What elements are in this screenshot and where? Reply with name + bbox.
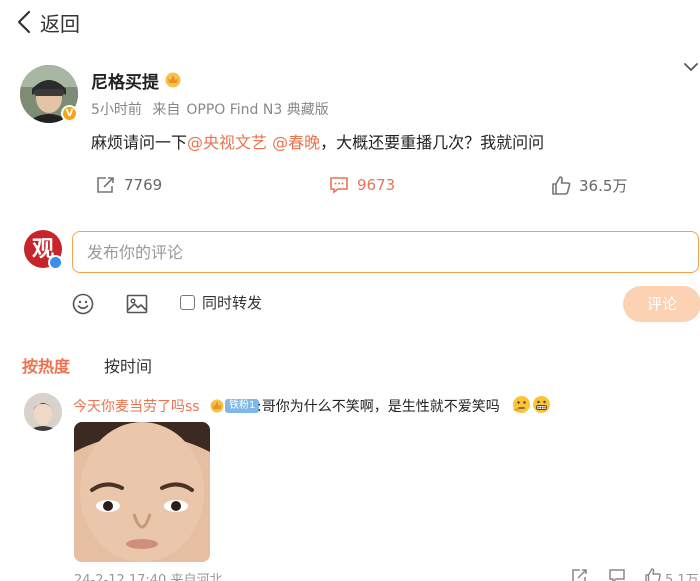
source-device: OPPO Find N3 典藏版 (186, 102, 329, 118)
chevron-down-icon[interactable] (683, 60, 699, 74)
verified-badge-icon: V (61, 105, 78, 122)
commenter-name[interactable]: 今天你麦当劳了吗ss (73, 396, 200, 416)
comment-reply-icon[interactable] (608, 568, 626, 581)
comment-repost-icon[interactable] (571, 568, 589, 581)
repost-checkbox[interactable] (180, 295, 195, 310)
comment-time: 24-2-12 17:40 (74, 573, 167, 581)
mention-link[interactable]: @春晚 (272, 133, 320, 152)
author-name[interactable]: 尼格买提 (91, 68, 159, 93)
comment-input[interactable] (72, 231, 699, 273)
post-text-before: 麻烦请问一下 (91, 133, 188, 152)
comment-like-icon[interactable] (644, 568, 662, 581)
like-button[interactable]: 36.5万 (551, 172, 627, 198)
source-prefix: 来自 (152, 102, 181, 118)
image-icon[interactable] (125, 292, 149, 316)
commenter-avatar[interactable] (24, 393, 62, 431)
repost-count: 7769 (124, 176, 163, 194)
grimace-emoji-icon (533, 396, 550, 413)
thinking-emoji-icon (513, 396, 530, 413)
emoji-icon[interactable] (71, 292, 95, 316)
tab-sort-time[interactable]: 按时间 (104, 353, 152, 377)
fan-crown-icon (210, 399, 224, 413)
tab-sort-hot[interactable]: 按热度 (22, 353, 70, 377)
post-meta: 5小时前 来自 OPPO Find N3 典藏版 (91, 99, 335, 119)
post-text-after: ，大概还要重播几次？我就问问 (320, 133, 545, 152)
back-button[interactable]: 返回 (40, 8, 80, 37)
comment-icon (330, 177, 348, 194)
post-content: 麻烦请问一下@央视文艺 @春晚，大概还要重播几次？我就问问 (91, 129, 544, 153)
repost-icon (97, 177, 114, 193)
repost-button[interactable]: 7769 (96, 172, 162, 198)
crown-badge-icon (165, 72, 181, 88)
comment-location: 来自河北 (170, 573, 223, 581)
back-arrow-icon[interactable] (14, 9, 36, 35)
thumbs-up-icon (552, 175, 571, 195)
mention-link[interactable]: @央视文艺 (187, 133, 267, 152)
post-time: 5小时前 (91, 102, 142, 118)
comment-image[interactable] (74, 422, 210, 562)
comment-text: :哥你为什么不笑啊，是生性就不爱笑吗 (257, 399, 500, 415)
comment-button[interactable]: 9673 (329, 172, 395, 198)
comment-like-count: 5.1万 (665, 573, 699, 581)
comment-count: 9673 (357, 176, 396, 194)
top-bar: 返回 (0, 0, 700, 44)
verified-badge-icon (48, 255, 63, 270)
repost-checkbox-label[interactable]: 同时转发 (202, 292, 262, 313)
fan-level-badge: 铁粉1 (225, 399, 260, 413)
submit-comment-button[interactable]: 评论 (623, 286, 700, 322)
like-count: 36.5万 (579, 176, 628, 195)
comment-meta: 24-2-12 17:40 来自河北 (74, 569, 223, 581)
